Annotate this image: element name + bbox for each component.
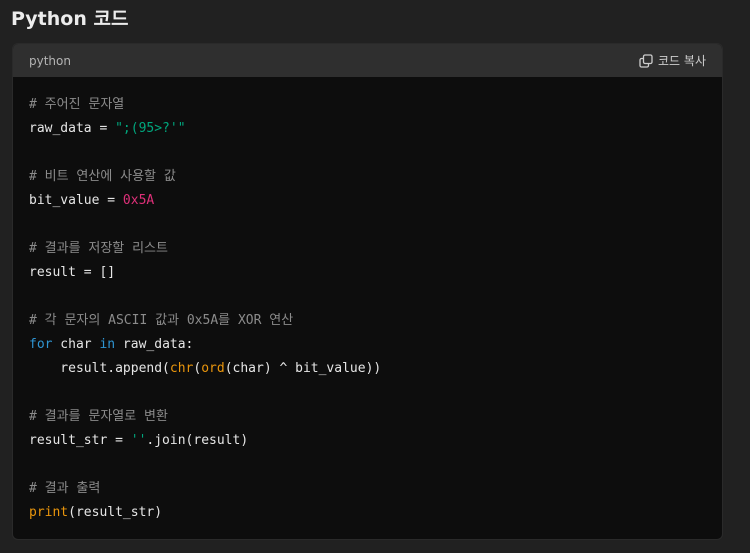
code-token-comment: # 결과 출력 bbox=[29, 481, 101, 496]
code-token-plain: bit_value = bbox=[29, 193, 123, 208]
code-token-plain: char bbox=[52, 337, 100, 352]
section-heading: Python 코드 bbox=[11, 8, 129, 30]
code-token-plain: result = [] bbox=[29, 265, 116, 280]
copy-icon bbox=[639, 53, 653, 68]
code-line: # 각 문자의 ASCII 값과 0x5A를 XOR 연산 bbox=[29, 309, 706, 333]
code-token-keyword: in bbox=[99, 337, 116, 352]
code-line: result_str = ''.join(result) bbox=[29, 429, 706, 453]
code-line: # 주어진 문자열 bbox=[29, 93, 706, 117]
copy-code-label: 코드 복사 bbox=[658, 54, 706, 68]
code-token-plain: (result_str) bbox=[68, 505, 163, 520]
code-language-label: python bbox=[29, 53, 71, 68]
code-token-string: ";(95>?'" bbox=[115, 121, 186, 136]
code-token-plain: result_str = bbox=[29, 433, 131, 448]
chat-page: Python 코드 python 코드 복사 # 주어진 문자열 raw_data… bbox=[0, 0, 750, 553]
code-token-comment: # 비트 연산에 사용할 값 bbox=[29, 169, 176, 184]
code-line: # 결과를 문자열로 변환 bbox=[29, 405, 706, 429]
code-token-number: 0x5A bbox=[122, 193, 155, 208]
code-token-string: '' bbox=[130, 433, 147, 448]
code-line: for char in raw_data: bbox=[29, 333, 706, 357]
code-token-builtin: ord bbox=[201, 361, 225, 376]
code-token-builtin: chr bbox=[169, 361, 194, 376]
code-token-plain: .join(result) bbox=[146, 433, 249, 448]
code-token-builtin: print bbox=[29, 505, 69, 520]
code-token-keyword: for bbox=[29, 337, 53, 352]
code-line: bit_value = 0x5A bbox=[29, 189, 706, 213]
code-token-plain: (char) ^ bit_value)) bbox=[224, 361, 382, 376]
code-token-plain: result.append( bbox=[29, 361, 170, 376]
code-token-plain: raw_data: bbox=[115, 337, 194, 352]
code-token-comment: # 각 문자의 ASCII 값과 0x5A를 XOR 연산 bbox=[29, 313, 294, 328]
code-token-comment: # 결과를 저장할 리스트 bbox=[29, 241, 168, 256]
code-token-comment: # 결과를 문자열로 변환 bbox=[29, 409, 168, 424]
code-token-comment: # 주어진 문자열 bbox=[29, 97, 125, 112]
code-line: result = [] bbox=[29, 261, 706, 285]
code-block: python 코드 복사 # 주어진 문자열 raw_data = ";(95>?… bbox=[12, 43, 723, 540]
code-line: raw_data = ";(95>?'" bbox=[29, 117, 706, 141]
code-line: # 비트 연산에 사용할 값 bbox=[29, 165, 706, 189]
code-line: # 결과 출력 bbox=[29, 477, 706, 501]
code-content[interactable]: # 주어진 문자열 raw_data = ";(95>?'" # 비트 연산에 사용… bbox=[13, 77, 722, 525]
code-line: print(result_str) bbox=[29, 501, 706, 525]
code-block-header: python 코드 복사 bbox=[13, 44, 722, 77]
code-line: result.append(chr(ord(char) ^ bit_value)… bbox=[29, 357, 706, 381]
code-line: # 결과를 저장할 리스트 bbox=[29, 237, 706, 261]
copy-code-button[interactable]: 코드 복사 bbox=[639, 52, 706, 69]
code-token-plain: raw_data = bbox=[29, 121, 116, 136]
